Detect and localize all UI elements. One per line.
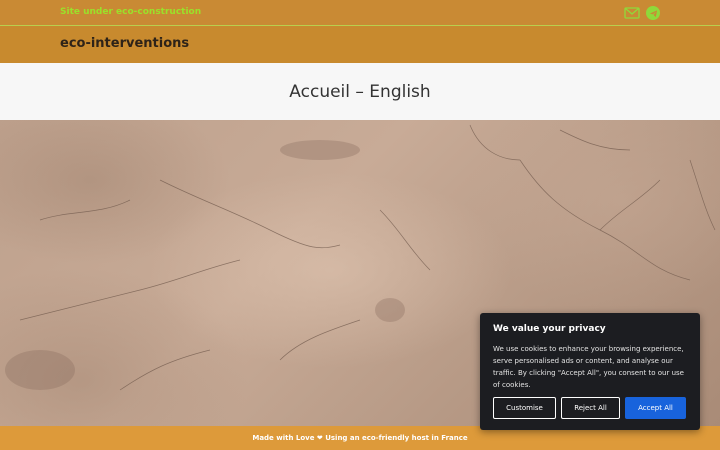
mail-icon — [624, 7, 640, 19]
cookie-consent-banner: We value your privacy We use cookies to … — [480, 313, 700, 430]
accept-all-button[interactable]: Accept All — [625, 397, 686, 419]
telegram-icon — [649, 9, 657, 17]
site-title-link[interactable]: eco-interventions — [60, 36, 189, 51]
cookie-buttons: Customise Reject All Accept All — [493, 397, 686, 419]
cookie-title: We value your privacy — [493, 324, 606, 334]
site-tagline: Site under eco-construction — [60, 7, 202, 17]
footer-text: Made with Love ❤ Using an eco-friendly h… — [252, 434, 468, 442]
cookie-description: We use cookies to enhance your browsing … — [493, 345, 684, 389]
site-header: eco-interventions — [0, 26, 720, 63]
mail-link[interactable] — [624, 6, 640, 20]
telegram-link[interactable] — [646, 6, 660, 20]
customise-button[interactable]: Customise — [493, 397, 556, 419]
reject-all-button[interactable]: Reject All — [561, 397, 620, 419]
page-title: Accueil – English — [289, 81, 431, 102]
social-links — [624, 6, 660, 20]
page-title-bar: Accueil – English — [0, 63, 720, 120]
top-bar: Site under eco-construction — [0, 0, 720, 26]
